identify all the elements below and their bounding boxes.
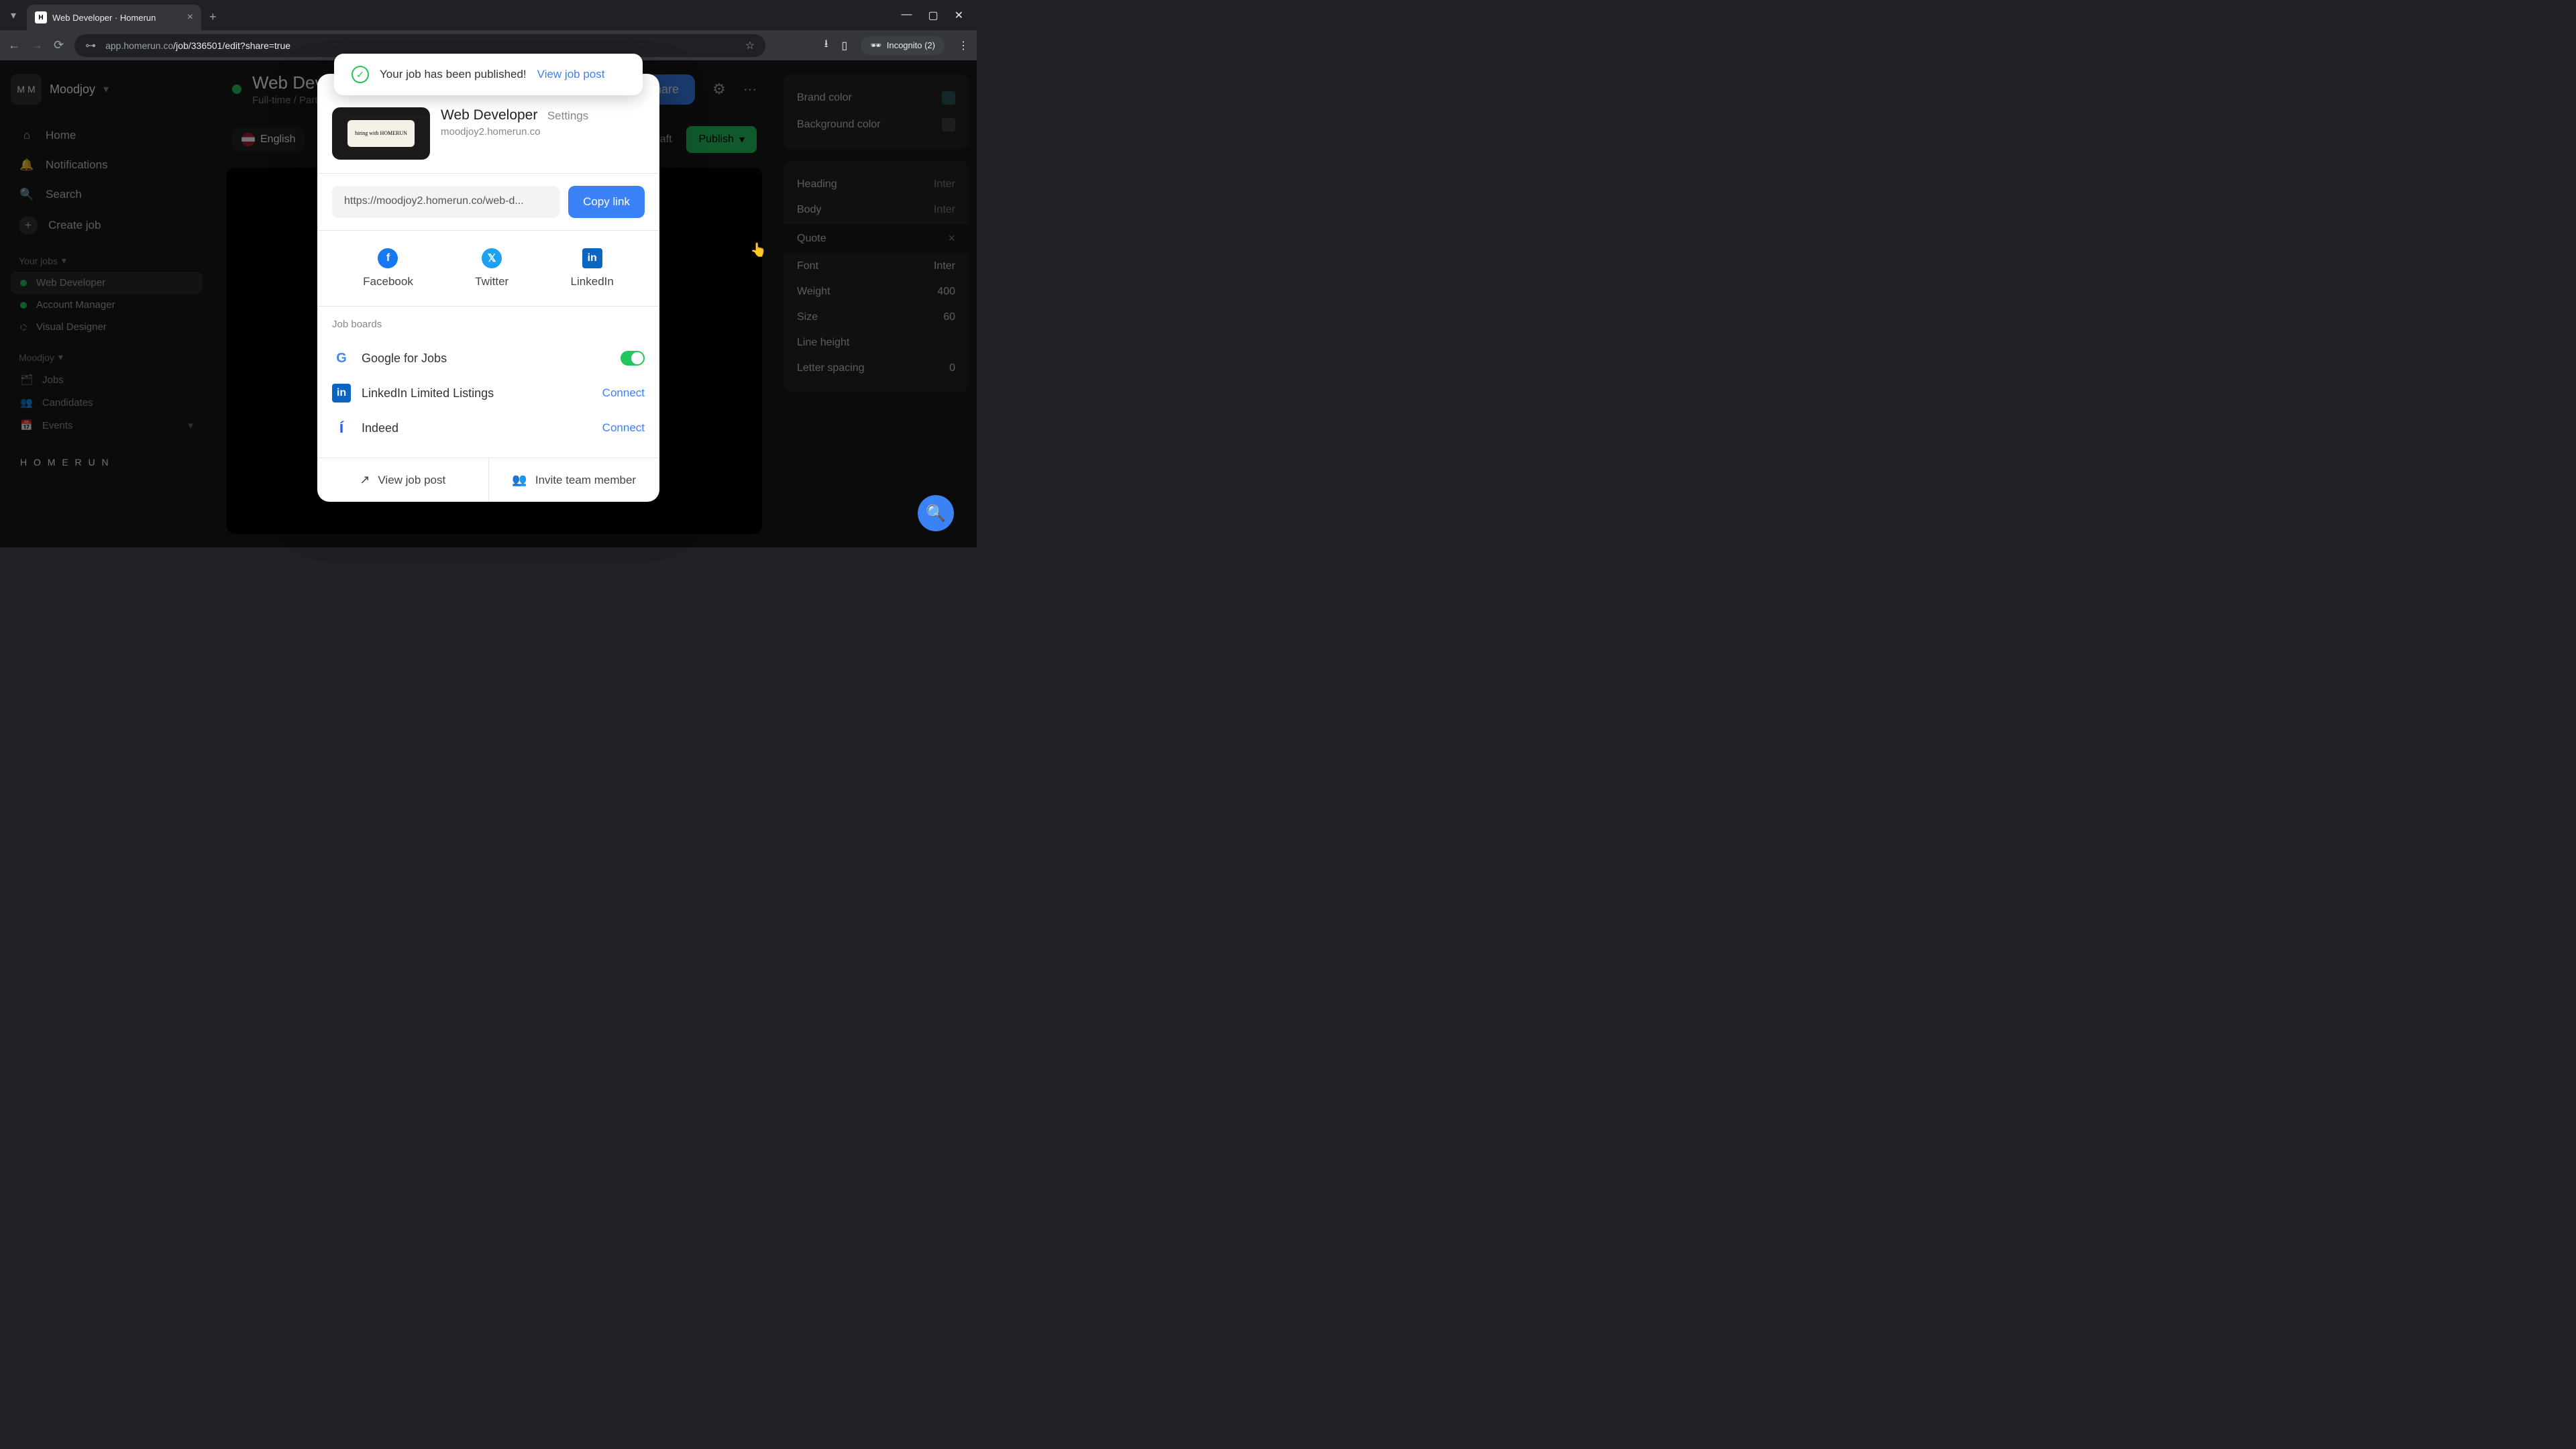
modal-header: hiring with HOMERUN Web Developer Settin… [317,107,659,173]
share-facebook[interactable]: f Facebook [363,248,413,288]
panel-icon[interactable]: ▯ [841,39,847,52]
back-icon[interactable]: ← [8,38,20,52]
job-boards-label: Job boards [332,319,645,330]
close-window-icon[interactable]: ✕ [955,9,963,22]
connect-link[interactable]: Connect [602,386,645,400]
board-indeed: í Indeed Connect [332,411,645,445]
url-text: app.homerun.co/job/336501/edit?share=tru… [105,40,736,51]
share-linkedin[interactable]: in LinkedIn [571,248,614,288]
tabs-dropdown[interactable]: ▾ [0,3,27,27]
minimize-icon[interactable]: — [901,9,912,22]
invite-team-button[interactable]: 👥 Invite team member [488,458,660,502]
toast-view-link[interactable]: View job post [537,68,605,81]
copy-link-button[interactable]: Copy link [568,186,645,218]
modal-job-title: Web Developer [441,107,537,123]
new-tab-button[interactable]: + [209,10,217,24]
board-linkedin: in LinkedIn Limited Listings Connect [332,376,645,411]
check-icon: ✓ [352,66,369,83]
downloads-icon[interactable]: ⭳ [824,36,828,54]
tab-title: Web Developer · Homerun [52,13,182,23]
share-url-field[interactable]: https://moodjoy2.homerun.co/web-d... [332,186,560,218]
people-icon: 👥 [512,473,527,487]
published-toast: ✓ Your job has been published! View job … [334,54,643,95]
share-modal: hiring with HOMERUN Web Developer Settin… [317,74,659,502]
tab-favicon: H [35,11,47,23]
tab-close-icon[interactable]: × [187,11,193,23]
bookmark-icon[interactable]: ☆ [745,39,755,52]
reload-icon[interactable]: ⟳ [54,38,64,52]
linkedin-icon: in [332,384,351,402]
modal-domain: moodjoy2.homerun.co [441,126,645,138]
view-job-post-button[interactable]: ↗ View job post [317,458,488,502]
facebook-icon: f [378,248,398,268]
linkedin-icon: in [582,248,602,268]
incognito-indicator[interactable]: 🕶 Incognito (2) [861,36,945,55]
window-controls: — ▢ ✕ [901,9,977,22]
toast-message: Your job has been published! [380,68,527,81]
maximize-icon[interactable]: ▢ [928,9,938,22]
indeed-icon: í [332,419,351,437]
browser-tabs-bar: ▾ H Web Developer · Homerun × + — ▢ ✕ [0,0,977,30]
site-info-icon[interactable]: ⊶ [85,39,96,52]
arrow-up-right-icon: ↗ [360,473,370,487]
board-google-jobs: G Google for Jobs [332,341,645,376]
share-twitter[interactable]: 𝕏 Twitter [475,248,508,288]
browser-menu-icon[interactable]: ⋮ [958,39,969,52]
connect-link[interactable]: Connect [602,421,645,435]
job-thumbnail: hiring with HOMERUN [332,107,430,160]
share-modal-overlay: ✓ Your job has been published! View job … [0,60,977,547]
incognito-icon: 🕶 [870,40,881,51]
twitter-icon: 𝕏 [482,248,502,268]
forward-icon[interactable]: → [31,38,43,52]
settings-link[interactable]: Settings [547,109,588,122]
browser-tab[interactable]: H Web Developer · Homerun × [27,5,201,30]
toggle-switch[interactable] [621,351,645,366]
google-icon: G [332,349,351,368]
